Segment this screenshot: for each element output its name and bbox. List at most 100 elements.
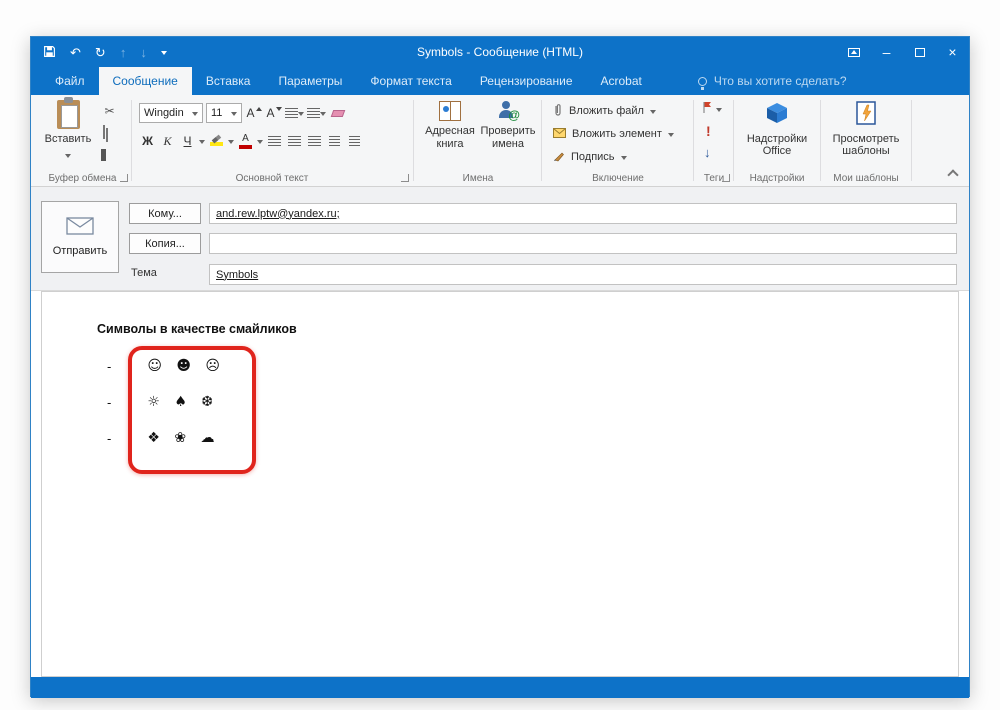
paperclip-icon	[553, 103, 563, 120]
tab-insert[interactable]: Вставка	[192, 67, 265, 95]
collapse-ribbon-icon[interactable]	[947, 169, 959, 181]
send-envelope-icon	[66, 217, 94, 238]
follow-up-flag-button[interactable]	[702, 101, 722, 117]
send-button[interactable]: Отправить	[41, 201, 119, 273]
clear-formatting-button[interactable]	[329, 103, 346, 123]
grow-font-letter: А	[246, 106, 255, 120]
tab-format-text[interactable]: Формат текста	[356, 67, 465, 95]
office-addins-label: Надстройки Office	[746, 132, 808, 158]
highlight-dropdown-icon[interactable]	[228, 139, 234, 147]
ribbon-tab-bar: Файл Сообщение Вставка Параметры Формат …	[31, 67, 969, 95]
office-addins-button[interactable]: Надстройки Office	[742, 101, 812, 158]
redo-icon[interactable]: ↻	[95, 46, 106, 59]
subject-value: Symbols	[216, 268, 259, 281]
cc-field[interactable]	[209, 233, 957, 254]
shrink-font-button[interactable]: А	[265, 103, 282, 123]
numbering-button[interactable]	[307, 103, 326, 123]
tab-acrobat[interactable]: Acrobat	[587, 67, 656, 95]
paste-clipboard-icon	[56, 97, 80, 129]
signature-pen-icon	[553, 150, 565, 165]
group-label-clipboard: Буфер обмена	[48, 173, 117, 184]
view-templates-button[interactable]: Просмотреть шаблоны	[829, 101, 903, 158]
previous-item-icon[interactable]: ↑	[120, 46, 127, 59]
group-basic-text: Wingdin 11 А А Ж К Ч А Основной текст	[133, 95, 411, 186]
tags-dialog-launcher-icon[interactable]	[722, 174, 730, 182]
close-button[interactable]: ×	[936, 37, 969, 67]
check-names-button[interactable]: @ Проверить имена	[479, 101, 537, 150]
paste-button[interactable]: Вставить	[41, 97, 95, 161]
group-clipboard: Вставить ✂ Буфер обмена	[35, 95, 130, 186]
attach-item-button[interactable]: Вложить элемент	[553, 125, 674, 143]
clipboard-dialog-launcher-icon[interactable]	[120, 174, 128, 182]
group-my-templates: Просмотреть шаблоны Мои шаблоны	[823, 95, 909, 186]
title-bar: ↶ ↻ ↑ ↓ Symbols - Сообщение (HTML) – ×	[31, 37, 969, 67]
to-button[interactable]: Кому...	[129, 203, 201, 224]
decrease-indent-button[interactable]	[326, 131, 343, 151]
font-family-combo[interactable]: Wingdin	[139, 103, 203, 123]
group-separator	[413, 100, 414, 181]
italic-button[interactable]: К	[159, 131, 176, 151]
align-center-button[interactable]	[286, 131, 303, 151]
increase-indent-button[interactable]	[346, 131, 363, 151]
eraser-icon	[330, 109, 345, 117]
minimize-button[interactable]: –	[870, 37, 903, 67]
group-names: Адресная книга @ Проверить имена Имена	[417, 95, 539, 186]
tab-options[interactable]: Параметры	[264, 67, 356, 95]
align-right-button[interactable]	[306, 131, 323, 151]
decrease-indent-icon	[329, 135, 340, 147]
to-field[interactable]: and.rew.lptw@yandex.ru;	[209, 203, 957, 224]
tab-message[interactable]: Сообщение	[98, 67, 192, 95]
font-color-dropdown-icon[interactable]	[257, 139, 263, 147]
increase-indent-icon	[349, 135, 360, 147]
address-book-button[interactable]: Адресная книга	[421, 101, 479, 150]
attach-item-icon	[553, 127, 566, 141]
tab-review[interactable]: Рецензирование	[466, 67, 587, 95]
grow-font-button[interactable]: А	[245, 103, 262, 123]
basic-text-dialog-launcher-icon[interactable]	[401, 174, 409, 182]
bullet-list-icon	[285, 107, 298, 119]
shrink-font-letter: А	[266, 106, 275, 120]
address-book-label: Адресная книга	[425, 125, 475, 150]
group-separator	[131, 100, 132, 181]
copy-icon[interactable]	[103, 125, 105, 139]
customize-qat-icon[interactable]	[160, 50, 167, 58]
bullets-button[interactable]	[285, 103, 304, 123]
message-body-editor[interactable]: Символы в качестве смайликов - ☺ ☻ ☹ - ☼…	[41, 291, 959, 677]
low-importance-icon[interactable]: ↓	[704, 145, 711, 160]
subject-label: Тема	[131, 267, 157, 279]
maximize-button[interactable]	[903, 37, 936, 67]
highlight-button[interactable]	[208, 131, 225, 151]
format-painter-icon[interactable]	[101, 149, 106, 161]
paste-dropdown-icon[interactable]	[65, 153, 71, 161]
view-templates-label: Просмотреть шаблоны	[832, 132, 900, 158]
signature-button[interactable]: Подпись	[553, 148, 627, 166]
tell-me-box[interactable]: Что вы хотите сделать?	[697, 67, 847, 95]
high-importance-icon[interactable]: !	[706, 123, 711, 139]
undo-icon[interactable]: ↶	[70, 46, 81, 59]
next-item-icon[interactable]: ↓	[140, 46, 147, 59]
underline-button[interactable]: Ч	[179, 131, 196, 151]
paste-label: Вставить	[44, 133, 92, 145]
tab-file[interactable]: Файл	[41, 67, 99, 95]
check-names-label: Проверить имена	[480, 125, 536, 150]
flag-icon	[702, 101, 712, 117]
office-addins-cube-icon	[765, 101, 789, 129]
font-color-button[interactable]: А	[237, 131, 254, 151]
group-separator	[541, 100, 542, 181]
group-separator	[911, 100, 912, 181]
status-bar	[31, 677, 969, 698]
save-icon[interactable]	[43, 45, 56, 60]
cc-button[interactable]: Копия...	[129, 233, 201, 254]
bold-button[interactable]: Ж	[139, 131, 156, 151]
align-left-button[interactable]	[266, 131, 283, 151]
attach-file-button[interactable]: Вложить файл	[553, 102, 656, 120]
row-bullet: -	[107, 430, 112, 446]
group-include: Вложить файл Вложить элемент Подпись Вкл…	[545, 95, 691, 186]
tell-me-label: Что вы хотите сделать?	[713, 74, 847, 88]
ribbon-display-options-icon[interactable]	[837, 37, 870, 67]
subject-field[interactable]: Symbols	[209, 264, 957, 285]
cut-icon[interactable]: ✂	[101, 101, 118, 121]
font-size-combo[interactable]: 11	[206, 103, 242, 123]
font-size-value: 11	[211, 107, 223, 119]
underline-dropdown-icon[interactable]	[199, 139, 205, 147]
